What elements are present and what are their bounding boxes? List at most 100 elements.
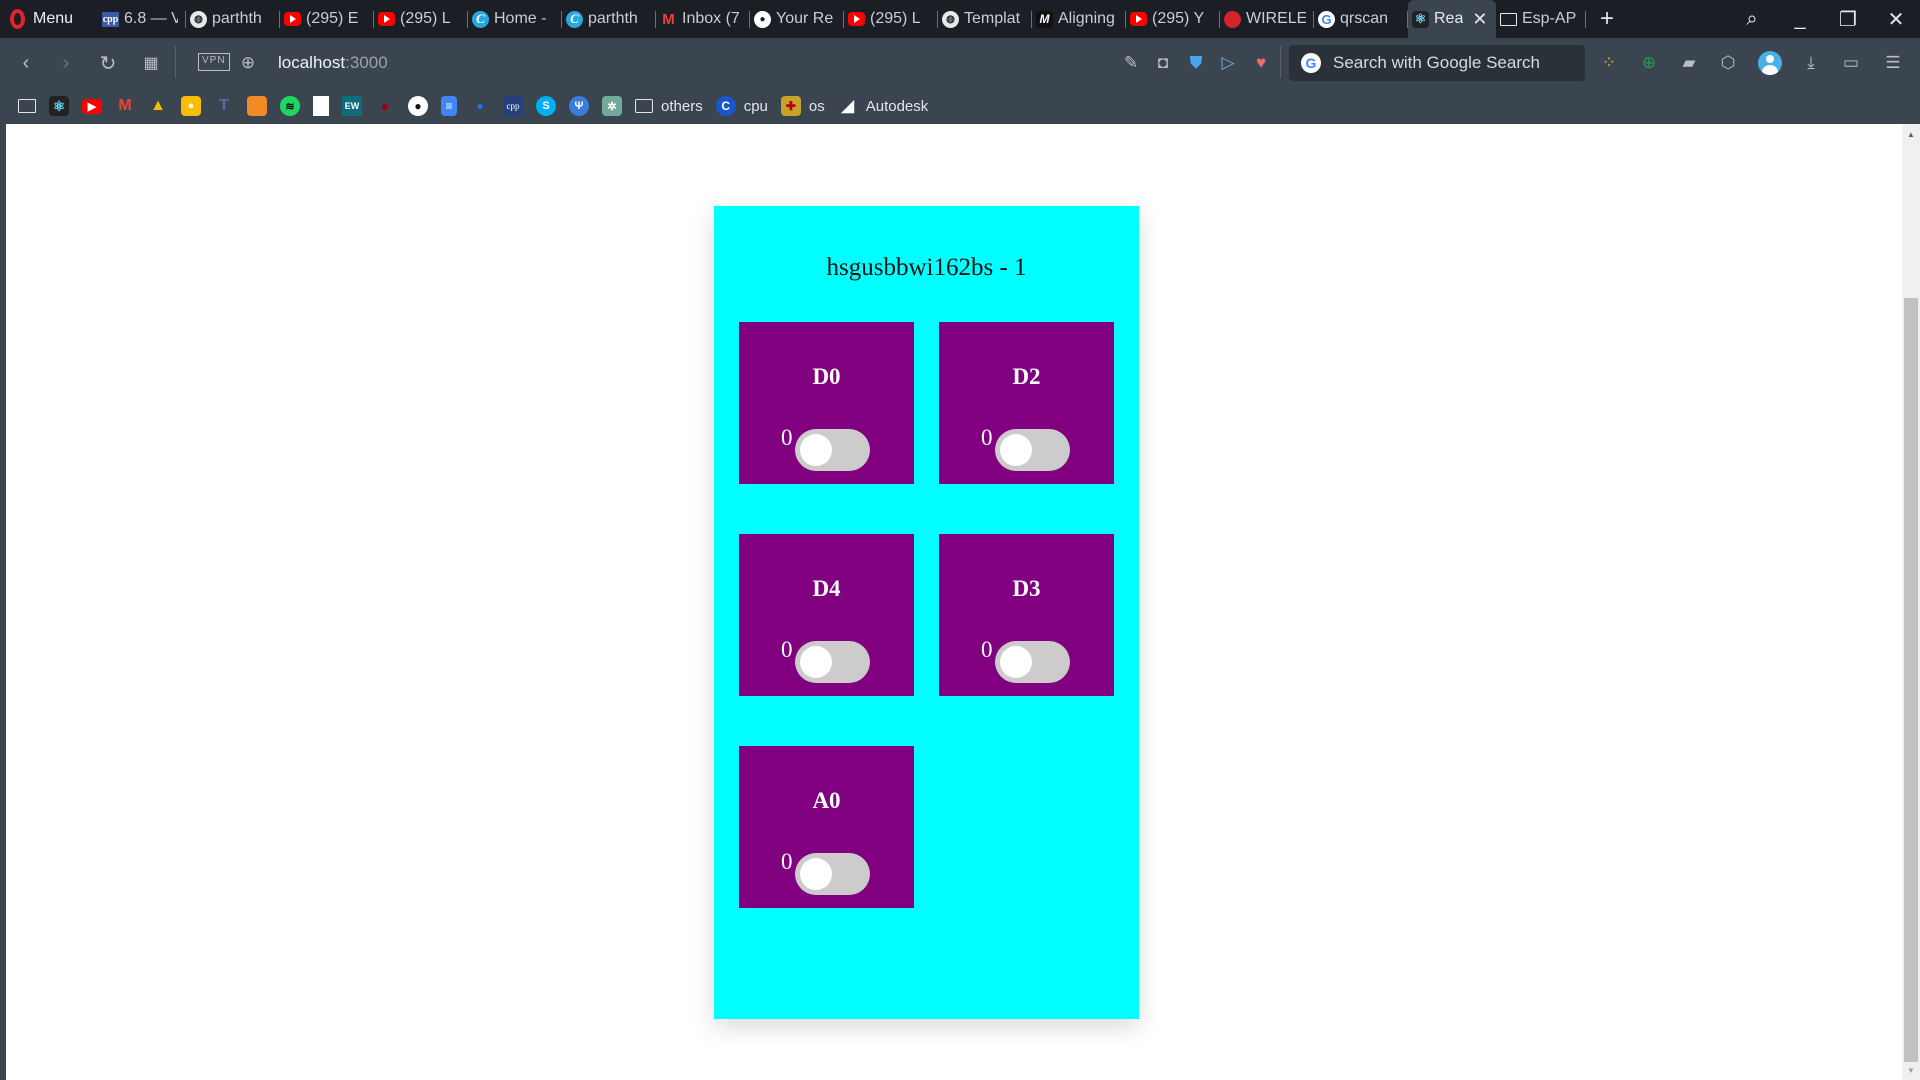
shield-icon[interactable]: ⛊ bbox=[1183, 38, 1209, 88]
bookmark[interactable]: EW bbox=[342, 88, 362, 124]
bookmark[interactable]: ⚛ bbox=[49, 88, 69, 124]
tab-title: (295) L bbox=[870, 10, 921, 27]
vertical-scrollbar[interactable]: ▲ ▼ bbox=[1902, 124, 1920, 1080]
tab[interactable]: (295) E bbox=[280, 0, 374, 38]
tab[interactable]: ◍ Templat bbox=[938, 0, 1032, 38]
back-icon[interactable]: ‹ bbox=[12, 38, 40, 88]
easy-setup-icon[interactable]: ☰ bbox=[1880, 38, 1906, 88]
bookmark[interactable]: ≋ bbox=[280, 88, 300, 124]
pin-toggle-switch[interactable] bbox=[995, 641, 1070, 683]
bookmark[interactable]: cpp bbox=[503, 88, 523, 124]
send-icon[interactable]: ▷ bbox=[1215, 38, 1241, 88]
tab[interactable]: M Aligning bbox=[1032, 0, 1126, 38]
heart-icon[interactable]: ♥ bbox=[1248, 38, 1274, 88]
snapshot-edit-icon[interactable]: ✎ bbox=[1118, 38, 1144, 88]
tab[interactable]: C parthth bbox=[562, 0, 656, 38]
bookmark[interactable]: S bbox=[536, 88, 556, 124]
pin-label: D4 bbox=[812, 576, 841, 601]
google-icon: G bbox=[1318, 10, 1335, 28]
bookmark-cpu[interactable]: C cpu bbox=[715, 88, 768, 124]
tab-title: (295) Y bbox=[1152, 10, 1205, 27]
tab[interactable]: (295) L bbox=[374, 0, 468, 38]
pin-toggle-switch[interactable] bbox=[795, 641, 870, 683]
pin-label: D2 bbox=[1012, 364, 1041, 389]
tab[interactable]: C Home - bbox=[468, 0, 562, 38]
extension-icon[interactable]: ▰ bbox=[1676, 38, 1702, 88]
canva-icon: C bbox=[566, 10, 583, 28]
bookmark[interactable] bbox=[247, 88, 267, 124]
switch-knob bbox=[800, 858, 832, 890]
bookmark[interactable] bbox=[313, 88, 329, 124]
globe-icon: ◍ bbox=[942, 10, 959, 28]
pin-toggle-switch[interactable] bbox=[795, 853, 870, 895]
cube-icon[interactable]: ⬡ bbox=[1715, 38, 1741, 88]
pin-toggle-switch[interactable] bbox=[995, 429, 1070, 471]
tab-search-icon[interactable]: ⌕ bbox=[1728, 8, 1776, 31]
site-info-globe-icon[interactable]: ⊕ bbox=[234, 38, 262, 88]
autodesk-icon: ◢ bbox=[841, 98, 854, 115]
tab-active[interactable]: ⚛ Rea ✕ bbox=[1408, 0, 1496, 38]
reload-icon[interactable]: ↻ bbox=[94, 38, 122, 88]
scrollbar-thumb[interactable] bbox=[1904, 298, 1918, 1062]
pin-card: A0 0 bbox=[739, 746, 914, 908]
tab[interactable]: ● Your Re bbox=[750, 0, 844, 38]
camera-icon[interactable]: ◘ bbox=[1150, 38, 1176, 88]
battery-saver-icon[interactable]: ▭ bbox=[1838, 38, 1864, 88]
pin-value: 0 bbox=[781, 425, 793, 450]
bookmark[interactable]: ● bbox=[408, 88, 428, 124]
close-tab-icon[interactable]: ✕ bbox=[1472, 9, 1487, 30]
bookmark[interactable]: ▶ bbox=[82, 88, 102, 124]
tab[interactable]: M Inbox (7 bbox=[656, 0, 750, 38]
bookmark[interactable]: ✲ bbox=[602, 88, 622, 124]
bookmark-folder-others[interactable]: others bbox=[635, 88, 703, 124]
tab-title: Templat bbox=[964, 10, 1021, 27]
bookmark[interactable]: ● bbox=[181, 88, 201, 124]
tab[interactable]: cpp 6.8 — V bbox=[98, 0, 186, 38]
bookmark[interactable] bbox=[18, 88, 36, 124]
opera-menu-button[interactable]: Menu bbox=[10, 0, 73, 38]
pin-toggle-group: 0 bbox=[781, 637, 901, 683]
tab-title: Your Re bbox=[776, 10, 834, 27]
scroll-up-arrow-icon[interactable]: ▲ bbox=[1902, 126, 1920, 142]
url-port: :3000 bbox=[345, 53, 388, 72]
pin-toggle-switch[interactable] bbox=[795, 429, 870, 471]
tab-title: (295) E bbox=[306, 10, 359, 27]
vpn-badge[interactable]: VPN bbox=[198, 53, 230, 71]
pin-toggle-group: 0 bbox=[981, 637, 1101, 683]
extension-dots-icon[interactable]: ⁘ bbox=[1596, 38, 1622, 88]
bookmark-autodesk[interactable]: ◢ Autodesk bbox=[838, 88, 929, 124]
add-extension-icon[interactable]: ⊕ bbox=[1636, 38, 1662, 88]
scroll-down-arrow-icon[interactable]: ▼ bbox=[1902, 1062, 1920, 1078]
minimize-icon[interactable]: _ bbox=[1776, 8, 1824, 31]
cpp-icon: cpp bbox=[102, 11, 119, 27]
tab[interactable]: WIRELE bbox=[1220, 0, 1314, 38]
download-icon[interactable]: ⤓ bbox=[1798, 38, 1824, 88]
bookmark[interactable]: T bbox=[214, 88, 234, 124]
bookmark-os[interactable]: ✚ os bbox=[780, 88, 825, 124]
tab[interactable]: ◍ parthth bbox=[186, 0, 280, 38]
tab[interactable]: Esp-AP bbox=[1496, 0, 1586, 38]
bookmark[interactable]: ≡ bbox=[441, 88, 457, 124]
switch-knob bbox=[1000, 434, 1032, 466]
bookmark[interactable]: ● bbox=[470, 88, 490, 124]
tab-grid-icon[interactable]: ▦ bbox=[137, 38, 165, 88]
profile-icon[interactable] bbox=[1757, 38, 1783, 88]
forward-icon[interactable]: › bbox=[52, 38, 80, 88]
search-input[interactable]: G Search with Google Search bbox=[1289, 45, 1585, 81]
bookmark-label: os bbox=[808, 97, 825, 115]
tab[interactable]: (295) L bbox=[844, 0, 938, 38]
chatgpt-icon: ✲ bbox=[602, 96, 622, 116]
bookmark[interactable]: ● bbox=[375, 88, 395, 124]
tab-title: Esp-AP bbox=[1522, 10, 1577, 27]
tab[interactable]: G qrscan bbox=[1314, 0, 1408, 38]
bookmark[interactable]: Ψ bbox=[569, 88, 589, 124]
restore-icon[interactable]: ❐ bbox=[1824, 7, 1872, 32]
bookmark[interactable]: M bbox=[115, 88, 135, 124]
ew-icon: EW bbox=[342, 96, 362, 116]
bookmark[interactable]: ▲ bbox=[148, 88, 168, 124]
url-field[interactable]: localhost:3000 bbox=[278, 38, 388, 88]
crest-icon: ✚ bbox=[780, 96, 801, 116]
new-tab-button[interactable]: + bbox=[1600, 0, 1614, 38]
close-window-icon[interactable]: ✕ bbox=[1872, 7, 1920, 32]
tab[interactable]: (295) Y bbox=[1126, 0, 1220, 38]
